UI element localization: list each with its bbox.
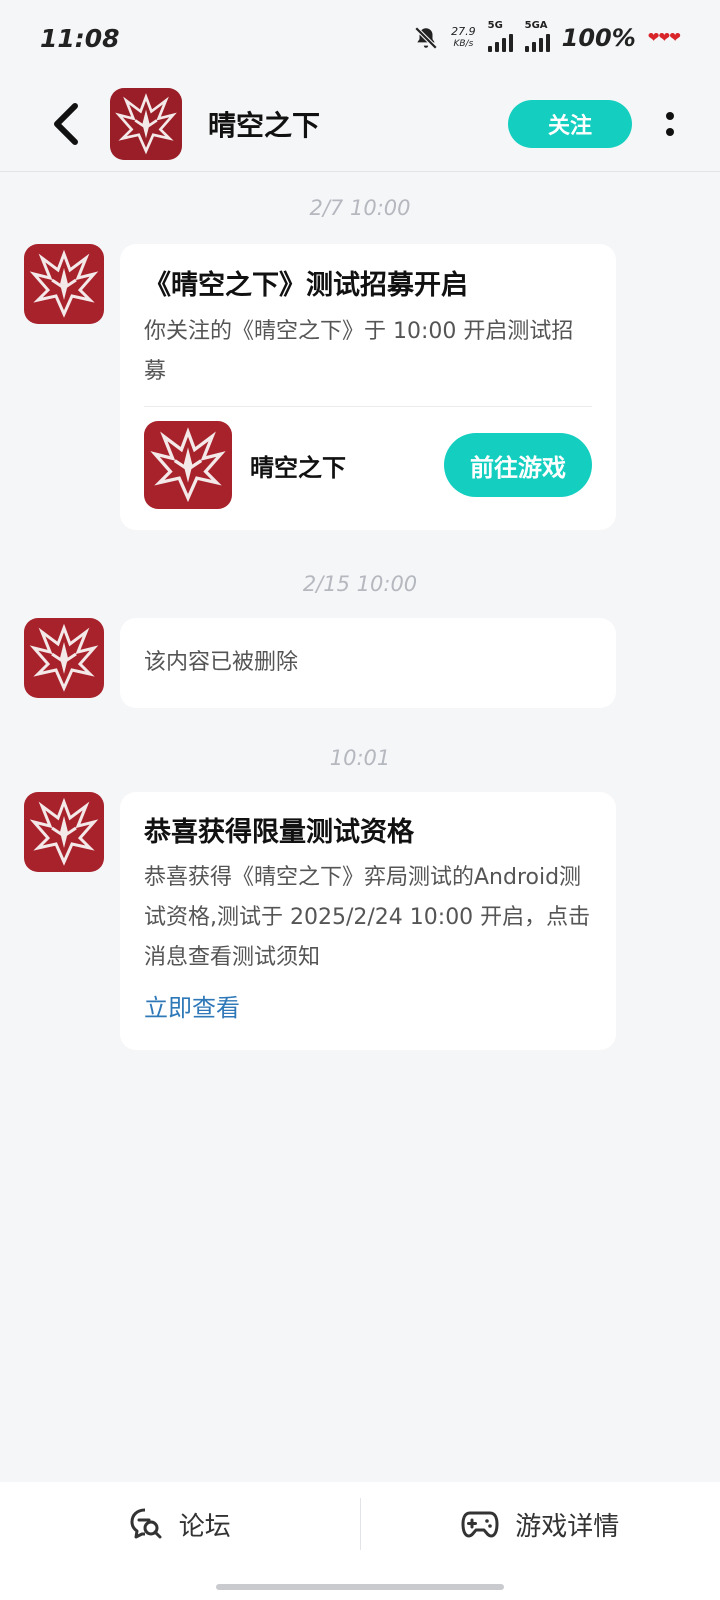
tab-game-details-label: 游戏详情: [515, 1511, 620, 1542]
sender-avatar[interactable]: [24, 792, 104, 872]
tab-forum[interactable]: 论坛: [0, 1482, 360, 1566]
game-entry: 晴空之下 前往游戏: [144, 421, 592, 509]
message-feed[interactable]: 2/7 10:00 《晴空之下》测试招募开启 你关注的《晴空之下》于 10:00…: [0, 172, 720, 1050]
gamepad-icon: [461, 1511, 499, 1538]
game-logo-icon: [24, 792, 104, 872]
signal-5ga-icon: 5GA: [524, 20, 550, 52]
message-timestamp: 2/7 10:00: [309, 196, 411, 220]
status-icons: 27.9 KB/s 5G 5GA 100% ❤❤❤: [413, 20, 681, 52]
status-time: 11:08: [40, 23, 120, 53]
chat-header: 晴空之下 关注: [0, 76, 720, 172]
back-button[interactable]: [36, 94, 96, 154]
message-body: 你关注的《晴空之下》于 10:00 开启测试招募: [144, 319, 574, 384]
message-row: 该内容已被删除: [0, 618, 720, 708]
page-title: 晴空之下: [208, 108, 321, 142]
more-vertical-icon-dot: [666, 127, 674, 136]
game-name: 晴空之下: [250, 453, 346, 482]
network-speed: 27.9 KB/s: [451, 26, 476, 50]
game-logo-icon: [110, 87, 182, 160]
view-now-link[interactable]: 立即查看: [144, 988, 592, 1023]
network-speed-unit: KB/s: [453, 39, 474, 49]
hearts-icon: ❤❤❤: [647, 30, 681, 46]
card-divider: [144, 406, 592, 407]
tab-game-details[interactable]: 游戏详情: [361, 1482, 720, 1566]
message-body: 恭喜获得《晴空之下》弈局测试的Android测试资格,测试于 2025/2/24…: [144, 865, 591, 970]
message-title: 《晴空之下》测试招募开启: [144, 270, 468, 301]
message-row: 恭喜获得限量测试资格 恭喜获得《晴空之下》弈局测试的Android测试资格,测试…: [0, 792, 720, 1050]
follow-button[interactable]: 关注: [508, 99, 632, 148]
network-speed-value: 27.9: [451, 25, 476, 38]
bell-muted-icon: [414, 26, 438, 50]
game-logo-icon: [24, 618, 104, 698]
message-row: 《晴空之下》测试招募开启 你关注的《晴空之下》于 10:00 开启测试招募 晴空…: [0, 244, 720, 530]
signal-5g-icon: 5G: [487, 20, 513, 52]
message-title: 恭喜获得限量测试资格: [144, 817, 414, 848]
message-timestamp: 10:01: [329, 746, 391, 770]
status-bar: 11:08 27.9 KB/s 5G 5GA 100% ❤❤❤: [0, 0, 720, 76]
game-avatar[interactable]: [110, 87, 182, 160]
sender-avatar[interactable]: [24, 244, 104, 324]
forum-search-icon: [130, 1508, 162, 1539]
message-card[interactable]: 该内容已被删除: [120, 618, 616, 708]
game-logo-icon: [24, 244, 104, 324]
message-timestamp: 2/15 10:00: [302, 572, 418, 596]
battery-level: 100%: [561, 24, 636, 52]
go-to-game-button[interactable]: 前往游戏: [444, 433, 592, 497]
game-icon[interactable]: [144, 421, 232, 509]
bottom-tab-bar: 论坛 游戏详情: [0, 1482, 720, 1600]
signal-5ga-label: 5GA: [524, 20, 548, 31]
more-options-button[interactable]: [650, 94, 690, 154]
more-vertical-icon: [666, 111, 674, 120]
back-arrow-icon: [54, 102, 78, 145]
game-logo-icon: [144, 421, 232, 509]
message-body: 该内容已被删除: [144, 650, 299, 675]
sender-avatar[interactable]: [24, 618, 104, 698]
message-card[interactable]: 《晴空之下》测试招募开启 你关注的《晴空之下》于 10:00 开启测试招募 晴空…: [120, 244, 616, 530]
signal-5g-label: 5G: [487, 20, 503, 31]
home-indicator[interactable]: [216, 1584, 504, 1590]
message-card[interactable]: 恭喜获得限量测试资格 恭喜获得《晴空之下》弈局测试的Android测试资格,测试…: [120, 792, 616, 1050]
tab-forum-label: 论坛: [178, 1511, 231, 1542]
